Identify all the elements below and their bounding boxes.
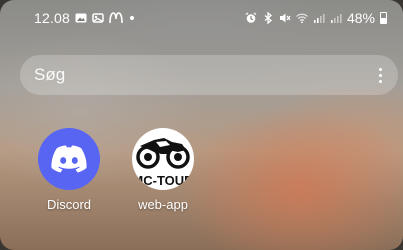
status-right: 48% [245, 10, 387, 26]
dot-icon [130, 16, 135, 20]
signal-icon [330, 14, 342, 23]
mc-tour-text: MC-TOUR [132, 173, 194, 188]
app-discord[interactable]: Discord [34, 128, 104, 212]
wifi-icon [296, 13, 308, 24]
status-bar: 12.08 48% [0, 0, 403, 36]
search-placeholder[interactable]: Søg [34, 65, 65, 85]
battery-icon [380, 12, 387, 24]
mc-tour-icon[interactable]: MC-TOUR [132, 128, 194, 190]
app-label-web-app: web-app [138, 197, 188, 212]
photo-icon [75, 13, 87, 23]
search-bar[interactable]: Søg [20, 55, 398, 95]
alarm-icon [245, 12, 257, 23]
bluetooth-icon [264, 12, 272, 24]
motorcycle-logo: MC-TOUR [132, 138, 194, 188]
status-time: 12.08 [34, 10, 71, 26]
mcdonalds-icon [109, 12, 123, 24]
home-screen: 12.08 48% Søg Discord MC-TOUR web-app [0, 0, 403, 250]
discord-logo [51, 145, 87, 173]
signal-icon [313, 14, 325, 23]
gallery-icon [92, 13, 104, 23]
battery-percent: 48% [346, 10, 375, 26]
discord-icon[interactable] [38, 128, 100, 190]
app-web-app[interactable]: MC-TOUR web-app [128, 128, 198, 212]
app-label-discord: Discord [46, 197, 92, 212]
more-options-icon[interactable] [379, 67, 382, 83]
mute-icon [279, 13, 291, 23]
status-left: 12.08 [34, 10, 135, 26]
